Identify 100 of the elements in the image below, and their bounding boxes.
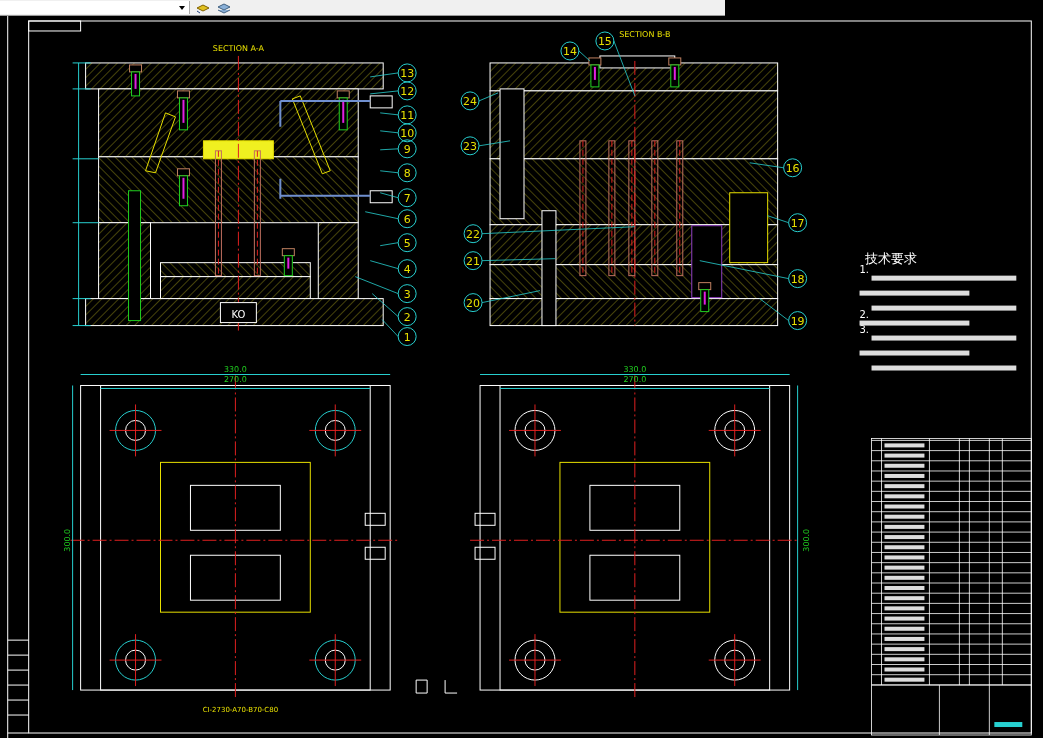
part-balloon: 24 — [460, 91, 480, 111]
part-balloon: 6 — [397, 209, 417, 229]
cavity-insert — [202, 140, 274, 160]
leader-line — [381, 319, 399, 337]
part-balloon: 21 — [463, 251, 483, 271]
leader-line — [578, 50, 591, 62]
illegible-table-text — [884, 555, 925, 560]
illegible-table-text — [884, 463, 925, 468]
water-fitting-drawing — [474, 512, 496, 560]
leader-line — [379, 130, 399, 134]
illegible-table-text — [884, 586, 925, 590]
part-balloon: 18 — [788, 269, 808, 289]
screw-drawing — [129, 64, 143, 97]
guide-pillar-drawing — [109, 633, 162, 687]
part-balloon: 10 — [397, 123, 417, 143]
dimension-text: 330.0 — [224, 364, 247, 374]
guide-pillar-drawing — [308, 633, 362, 687]
guide-bush-drawing — [729, 192, 769, 264]
illegible-table-text — [884, 514, 925, 519]
illegible-table-text — [884, 575, 925, 580]
leader-line — [481, 290, 541, 303]
leader-line — [759, 298, 790, 321]
guide-pillar-drawing — [109, 403, 162, 457]
part-balloon: 20 — [463, 293, 483, 313]
guide-pillar-drawing — [508, 633, 562, 687]
illegible-table-text — [884, 524, 925, 529]
illegible-table-text — [884, 596, 925, 601]
note-number: 3. — [859, 323, 870, 335]
part-balloon: 4 — [397, 259, 417, 279]
leader-line — [379, 170, 399, 174]
illegible-table-text — [884, 657, 925, 662]
illegible-table-text — [884, 667, 925, 672]
note-number: 1. — [859, 263, 870, 275]
part-balloon: 3 — [397, 284, 417, 304]
illegible-table-text — [884, 473, 925, 478]
leader-line — [379, 242, 399, 247]
illegible-title-text — [994, 722, 1023, 727]
screw-drawing — [177, 90, 190, 131]
leader-line — [379, 148, 399, 151]
illegible-table-text — [884, 453, 925, 458]
leader-line — [369, 260, 399, 270]
part-balloon: 1 — [397, 327, 417, 347]
part-balloon: 11 — [397, 105, 417, 125]
screw-drawing — [177, 168, 190, 207]
illegible-table-text — [884, 545, 925, 550]
part-balloon: 16 — [783, 158, 803, 178]
illegible-table-text — [884, 443, 925, 448]
part-balloon: 17 — [788, 213, 808, 233]
screw-drawing — [668, 57, 682, 88]
illegible-table-text — [884, 484, 925, 489]
note-number: 2. — [859, 308, 870, 320]
guide-pillar-drawing — [308, 403, 362, 457]
illegible-table-text — [884, 494, 925, 499]
ko-hole: KO — [219, 302, 257, 324]
caret-icon — [179, 5, 185, 10]
screw-drawing — [336, 90, 350, 131]
leader-line — [364, 211, 399, 220]
screw-drawing — [281, 248, 295, 277]
guide-pillar-drawing — [708, 633, 762, 687]
angled-pin-drawing — [145, 112, 176, 174]
guide-pillar-drawing — [508, 403, 562, 457]
illegible-table-text — [884, 565, 925, 570]
screw-drawing — [698, 282, 712, 313]
part-balloon: 12 — [397, 81, 417, 101]
section-title: SECTION A-A — [212, 43, 264, 53]
part-balloon: 7 — [397, 188, 417, 208]
dimension-text: 300.0 — [62, 528, 72, 552]
part-balloon: 9 — [397, 139, 417, 159]
illegible-table-text — [884, 504, 925, 509]
leader-line — [369, 72, 399, 78]
leader-line — [379, 112, 399, 116]
leader-line — [767, 215, 790, 224]
guide-pillar-drawing — [708, 403, 762, 457]
section-title: SECTION B-B — [619, 29, 671, 39]
dimension-text: 300.0 — [801, 528, 811, 552]
leader-line — [613, 40, 636, 97]
illegible-table-text — [884, 647, 925, 652]
illegible-table-text — [884, 636, 925, 641]
part-balloon: 14 — [560, 41, 580, 61]
notes-title: 技术要求 — [864, 250, 917, 266]
part-balloon: 2 — [397, 307, 417, 327]
dimension-text: 330.0 — [623, 364, 647, 374]
part-balloon: 23 — [460, 136, 480, 156]
illegible-table-text — [884, 616, 925, 621]
leader-line — [369, 90, 399, 95]
illegible-table-text — [884, 677, 925, 682]
corner-mark-drawing — [415, 679, 458, 694]
part-balloon: 22 — [463, 224, 483, 244]
leader-line — [478, 92, 499, 102]
illegible-table-text — [884, 535, 925, 540]
part-balloon: 15 — [595, 31, 615, 51]
part-balloon: 13 — [397, 63, 417, 83]
screw-drawing — [588, 57, 602, 88]
leader-line — [749, 162, 785, 169]
layers-icon[interactable] — [216, 1, 232, 14]
water-fitting-drawing — [364, 512, 386, 560]
part-balloon: 5 — [397, 233, 417, 253]
illegible-table-text — [884, 626, 925, 631]
leader-line — [379, 192, 399, 199]
leader-line — [478, 140, 511, 147]
